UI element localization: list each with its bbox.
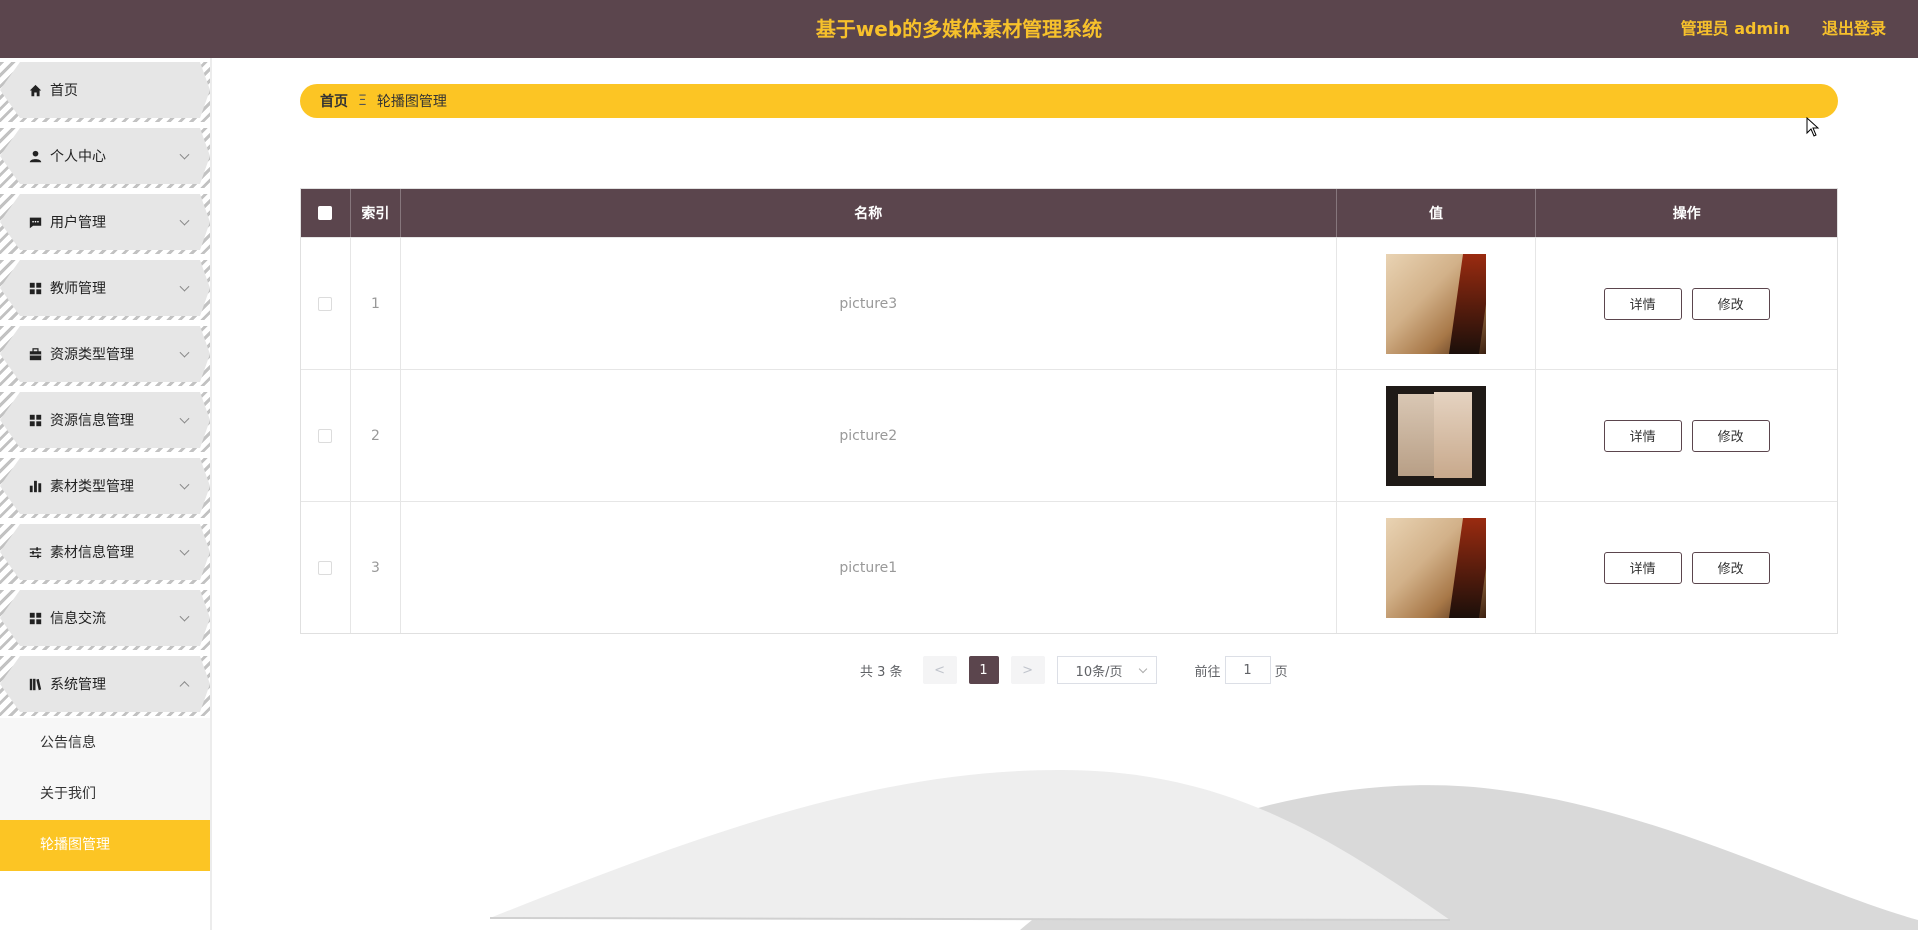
detail-button[interactable]: 详情 [1603,551,1682,584]
sidebar-item-label: 首页 [50,83,78,99]
next-page-button[interactable]: > [1010,656,1045,684]
system-submenu: 公告信息 关于我们 轮播图管理 [0,718,210,871]
edit-button[interactable]: 修改 [1691,287,1770,320]
sidebar-item-label: 素材类型管理 [50,479,134,495]
mouse-cursor-icon [1806,117,1820,137]
page-unit-label: 页 [1274,664,1288,680]
row-name: picture2 [401,370,1337,501]
chevron-down-icon [180,150,190,160]
goto-page-input[interactable] [1224,656,1271,684]
select-all-checkbox[interactable] [318,206,333,220]
sidebar-item-label: 资源信息管理 [50,413,134,429]
row-name: picture1 [401,502,1337,633]
table-header: 索引 名称 值 操作 [301,189,1837,237]
detail-button[interactable]: 详情 [1603,287,1682,320]
sidebar-item-material-type-management[interactable]: 素材类型管理 [0,458,210,514]
sidebar-item-label: 教师管理 [50,281,106,297]
sidebar-item-teacher-management[interactable]: 教师管理 [0,260,210,316]
grid-icon [28,281,42,295]
page-size-select[interactable]: 10条/页 [1056,656,1157,684]
sidebar: 首页 个人中心 用户管理 教师管理 资源类型管理 资源信息管理 素材类型管理 素… [0,58,212,930]
submenu-item-about-us[interactable]: 关于我们 [0,769,210,820]
sidebar-item-label: 个人中心 [50,149,106,165]
edit-button[interactable]: 修改 [1691,419,1770,452]
decorative-hills [489,770,1918,930]
admin-label: 管理员 admin [1680,19,1790,38]
column-header-actions: 操作 [1672,206,1701,222]
chevron-down-icon [180,612,190,622]
submenu-item-carousel-management[interactable]: 轮播图管理 [0,820,210,871]
bar-chart-icon [28,479,42,493]
thumbnail-image[interactable] [1386,385,1487,486]
sidebar-item-label: 信息交流 [50,611,106,627]
table-row: 3 picture1 详情 修改 [301,501,1837,633]
thumbnail-image[interactable] [1386,253,1487,354]
row-checkbox[interactable] [318,296,333,311]
sidebar-item-material-info-management[interactable]: 素材信息管理 [0,524,210,580]
detail-button[interactable]: 详情 [1603,419,1682,452]
row-name: picture3 [401,238,1337,369]
column-header-name: 名称 [401,189,1337,237]
thumbnail-image[interactable] [1386,517,1487,618]
chevron-down-icon [180,348,190,358]
breadcrumb-current: 轮播图管理 [376,94,447,110]
sidebar-item-resource-type-management[interactable]: 资源类型管理 [0,326,210,382]
table-row: 2 picture2 详情 修改 [301,369,1837,501]
row-checkbox[interactable] [318,560,333,575]
row-index: 2 [351,370,401,501]
row-index: 1 [351,238,401,369]
prev-page-button[interactable]: < [922,656,957,684]
row-index: 3 [351,502,401,633]
sliders-icon [28,545,42,559]
chevron-down-icon [180,282,190,292]
page-number-button[interactable]: 1 [968,656,999,684]
breadcrumb-home[interactable]: 首页 [320,91,348,111]
pagination: 共 3 条 < 1 > 10条/页 前往 页 [860,656,1288,684]
header-select-all[interactable] [301,189,351,237]
carousel-table: 索引 名称 值 操作 1 picture3 详情 修改 2 picture2 详… [300,188,1838,634]
briefcase-icon [28,347,42,361]
app-title: 基于web的多媒体素材管理系统 [815,17,1103,41]
page-size-value: 10条/页 [1075,664,1123,680]
sidebar-item-resource-info-management[interactable]: 资源信息管理 [0,392,210,448]
sidebar-item-system-management[interactable]: 系统管理 [0,656,210,712]
table-row: 1 picture3 详情 修改 [301,237,1837,369]
sidebar-item-home[interactable]: 首页 [0,62,210,118]
logout-link[interactable]: 退出登录 [1822,0,1886,58]
sidebar-item-label: 用户管理 [50,215,106,231]
edit-button[interactable]: 修改 [1691,551,1770,584]
top-header: 基于web的多媒体素材管理系统 管理员 admin 退出登录 [0,0,1918,58]
book-icon [28,677,42,691]
user-icon [28,149,42,163]
chevron-down-icon [180,546,190,556]
chevron-down-icon [180,480,190,490]
sidebar-item-user-management[interactable]: 用户管理 [0,194,210,250]
sidebar-item-label: 资源类型管理 [50,347,134,363]
chevron-down-icon [180,216,190,226]
grid-icon [28,413,42,427]
column-header-index: 索引 [351,189,401,237]
chevron-down-icon [180,414,190,424]
grid-icon [28,611,42,625]
chat-icon [28,215,42,229]
home-icon [28,83,42,97]
sidebar-item-personal-center[interactable]: 个人中心 [0,128,210,184]
chevron-down-icon [1138,664,1147,674]
sidebar-item-info-exchange[interactable]: 信息交流 [0,590,210,646]
submenu-item-announcements[interactable]: 公告信息 [0,718,210,769]
column-header-value: 值 [1337,189,1537,237]
sidebar-item-label: 素材信息管理 [50,545,134,561]
sidebar-item-label: 系统管理 [50,677,106,693]
chevron-up-icon [180,681,190,691]
goto-label: 前往 [1194,664,1221,680]
breadcrumb-separator: Ξ [358,93,367,109]
breadcrumb: 首页 Ξ 轮播图管理 [300,84,1838,118]
pagination-total: 共 3 条 [860,664,903,680]
row-checkbox[interactable] [318,428,333,443]
